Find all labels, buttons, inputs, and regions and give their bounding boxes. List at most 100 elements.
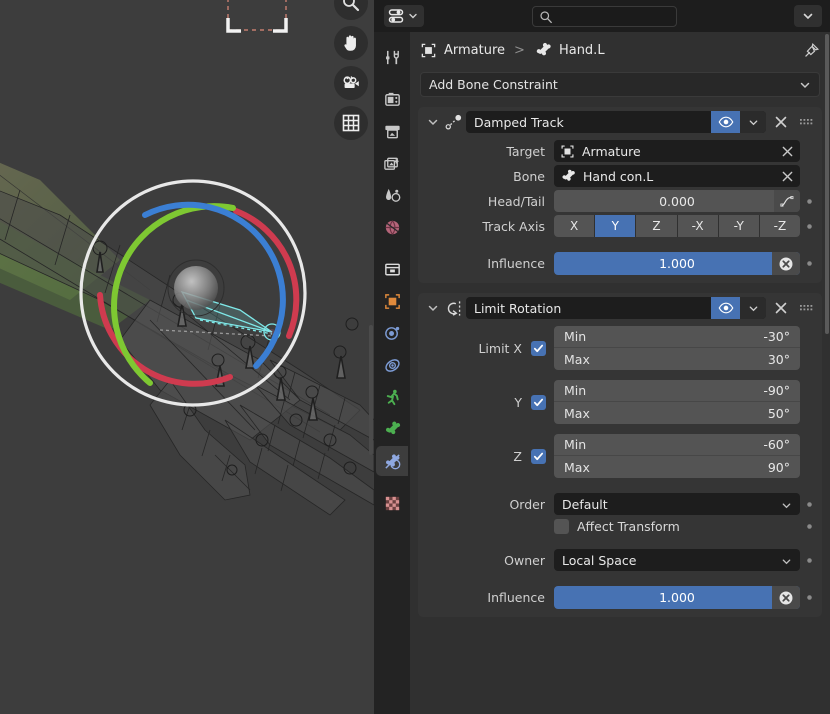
constraint-extras-menu[interactable] (740, 111, 766, 133)
target-clear-button[interactable] (774, 140, 800, 162)
check-icon (533, 398, 544, 406)
track-axis-neg-z[interactable]: -Z (759, 215, 800, 237)
properties-scrollbar[interactable] (825, 34, 829, 334)
toggle-orthographic-gizmo-button[interactable] (334, 106, 368, 140)
bone-constraint-icon (384, 453, 400, 469)
affect-transform-row: Affect Transform (418, 519, 822, 534)
add-bone-constraint-dropdown[interactable]: Add Bone Constraint (420, 72, 820, 97)
constraint-header[interactable]: Damped Track (418, 107, 822, 137)
bone-id-field[interactable]: Hand con.L (554, 165, 800, 187)
sidebar-item-object-constraints[interactable] (376, 382, 408, 412)
grid-icon (342, 114, 360, 132)
track-axis-x[interactable]: X (554, 215, 596, 237)
sidebar-item-world[interactable] (376, 212, 408, 242)
head-tail-number-field[interactable]: 0.000 (554, 190, 800, 212)
gizmo-navigation-buttons[interactable] (334, 0, 368, 140)
sidebar-item-physics[interactable] (376, 350, 408, 380)
limit-y-min-field[interactable]: Min -90° (554, 380, 800, 402)
owner-value: Local Space (562, 552, 637, 568)
sidebar-item-modifiers[interactable] (376, 318, 408, 348)
track-axis-y[interactable]: Y (595, 215, 637, 237)
owner-dropdown[interactable]: Local Space (554, 549, 800, 571)
bone-icon (534, 41, 552, 59)
limit-y-checkbox[interactable] (531, 394, 546, 410)
track-axis-animate-decorator[interactable] (800, 223, 818, 230)
target-id-field[interactable]: Armature (554, 140, 800, 162)
order-animate-decorator[interactable] (800, 501, 818, 508)
breadcrumb-bone-label[interactable]: Hand.L (559, 43, 605, 58)
search-field[interactable] (532, 6, 677, 27)
camera-view-gizmo-button[interactable] (334, 66, 368, 100)
sidebar-item-material[interactable] (376, 488, 408, 518)
hand-icon (344, 35, 356, 51)
search-icon (540, 10, 552, 23)
limit-z-min-field[interactable]: Min -60° (554, 434, 800, 456)
properties-tab-column[interactable] (374, 32, 410, 714)
sidebar-item-view-layer[interactable] (376, 148, 408, 178)
panel-disclosure-toggle[interactable] (424, 116, 442, 128)
header-options-button[interactable] (794, 5, 822, 27)
sidebar-item-output[interactable] (376, 116, 408, 146)
limit-z-max-field[interactable]: Max 90° (554, 456, 800, 478)
limit-y-label: Y (514, 394, 522, 410)
sidebar-item-object[interactable] (376, 286, 408, 316)
head-tail-animate-decorator[interactable] (800, 198, 818, 205)
chevron-down-icon (803, 13, 813, 20)
influence-slider[interactable]: 1.000 (554, 252, 800, 275)
constraint-name-field[interactable]: Limit Rotation (466, 297, 766, 319)
owner-row: Owner Local Space (418, 549, 822, 571)
affect-transform-checkbox[interactable] (554, 519, 569, 534)
breadcrumb-armature-label[interactable]: Armature (444, 43, 505, 58)
track-axis-neg-x[interactable]: -X (677, 215, 719, 237)
sidebar-item-collection[interactable] (376, 254, 408, 284)
limit-x-label: Limit X (478, 340, 522, 356)
limit-y-max-field[interactable]: Max 50° (554, 402, 800, 424)
limit-x-checkbox[interactable] (531, 340, 546, 356)
influence-row: Influence 1.000 (418, 586, 822, 609)
damped-track-icon (442, 113, 464, 132)
constraint-drag-handle[interactable] (794, 116, 818, 128)
3d-viewport[interactable] (0, 0, 374, 714)
order-label: Order (509, 496, 545, 512)
limit-z-checkbox[interactable] (531, 448, 546, 464)
sidebar-item-tool[interactable] (376, 42, 408, 72)
constraint-header[interactable]: Limit Rotation (418, 293, 822, 323)
bone-clear-button[interactable] (774, 165, 800, 187)
properties-header (374, 0, 830, 32)
constraint-extras-menu[interactable] (740, 297, 766, 319)
physics-orbit-icon (384, 358, 400, 372)
sidebar-item-bone[interactable] (376, 414, 408, 444)
head-tail-fcurve-button[interactable] (774, 190, 800, 212)
zoom-gizmo-button[interactable] (334, 0, 368, 20)
sidebar-item-render[interactable] (376, 84, 408, 114)
limit-x-max-field[interactable]: Max 30° (554, 348, 800, 370)
owner-animate-decorator[interactable] (800, 557, 818, 564)
constraint-drag-handle[interactable] (794, 302, 818, 314)
influence-clear-keyframe-button[interactable] (772, 252, 800, 275)
constraint-delete-button[interactable] (768, 115, 794, 129)
constraint-enable-toggle[interactable] (711, 297, 740, 319)
limit-x-min-field[interactable]: Min -30° (554, 326, 800, 348)
influence-animate-decorator[interactable] (800, 260, 818, 267)
pin-id-button[interactable] (800, 39, 822, 61)
order-dropdown[interactable]: Default (554, 493, 800, 515)
target-label: Target (506, 143, 545, 159)
constraint-enable-toggle[interactable] (711, 111, 740, 133)
move-view-gizmo-button[interactable] (334, 26, 368, 60)
influence-slider[interactable]: 1.000 (554, 586, 800, 609)
track-axis-neg-y[interactable]: -Y (718, 215, 760, 237)
influence-clear-keyframe-button[interactable] (772, 586, 800, 609)
track-axis-toggle-group[interactable]: X Y Z -X -Y -Z (554, 215, 800, 237)
constraint-delete-button[interactable] (768, 301, 794, 315)
constraint-name-field[interactable]: Damped Track (466, 111, 766, 133)
track-axis-z[interactable]: Z (636, 215, 678, 237)
animate-dot-icon (806, 524, 812, 529)
sidebar-item-scene[interactable] (376, 180, 408, 210)
sidebar-item-bone-constraints[interactable] (376, 446, 408, 476)
influence-animate-decorator[interactable] (800, 594, 818, 601)
search-input[interactable] (553, 10, 668, 23)
camera-back-icon (384, 92, 400, 106)
editor-type-selector[interactable] (384, 5, 424, 27)
panel-disclosure-toggle[interactable] (424, 302, 442, 314)
affect-transform-animate-decorator[interactable] (800, 523, 818, 530)
